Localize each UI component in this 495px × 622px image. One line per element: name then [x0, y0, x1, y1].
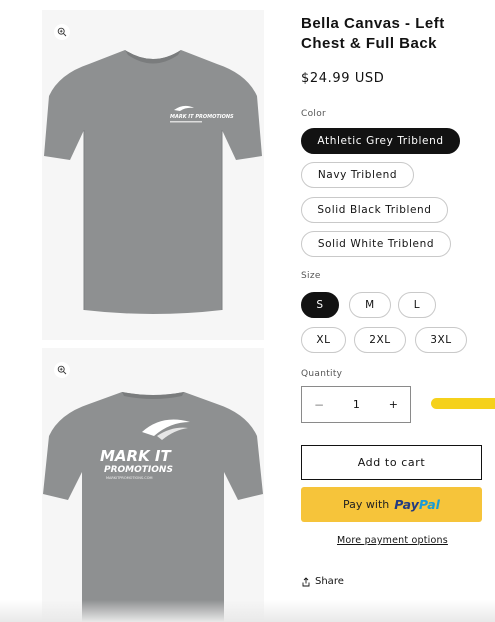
- product-title: Bella Canvas - Left Chest & Full Back: [301, 15, 445, 52]
- product-image-back[interactable]: MARK IT PROMOTIONS MARKITPROMOTIONS.COM: [42, 348, 264, 622]
- highlight-bar: [431, 398, 495, 409]
- back-logo-text-1: MARK IT: [100, 447, 173, 465]
- size-option-s[interactable]: S: [301, 292, 339, 318]
- quantity-stepper: − 1 +: [301, 386, 411, 423]
- tshirt-front-image: MARK IT PROMOTIONS: [44, 50, 262, 314]
- front-logo-text: MARK IT PROMOTIONS: [170, 114, 234, 120]
- more-payment-options-link[interactable]: More payment options: [337, 535, 448, 546]
- color-option-navy[interactable]: Navy Triblend: [301, 162, 414, 188]
- size-option-xl[interactable]: XL: [301, 327, 346, 353]
- size-option-l[interactable]: L: [398, 292, 436, 318]
- page-bottom-shadow: [0, 600, 495, 622]
- paypal-button[interactable]: Pay with PayPal: [301, 487, 482, 522]
- product-price: $24.99 USD: [301, 71, 385, 86]
- share-icon: [302, 576, 310, 586]
- size-label: Size: [301, 271, 321, 281]
- add-to-cart-button[interactable]: Add to cart: [301, 445, 482, 480]
- color-label: Color: [301, 109, 326, 119]
- share-label: Share: [315, 576, 344, 587]
- back-logo-text-2: PROMOTIONS: [104, 465, 173, 475]
- quantity-input[interactable]: 1: [353, 398, 360, 411]
- paypal-prefix: Pay with: [343, 498, 390, 511]
- color-option-solid-white[interactable]: Solid White Triblend: [301, 231, 451, 257]
- tshirt-back-image: MARK IT PROMOTIONS MARKITPROMOTIONS.COM: [43, 392, 263, 622]
- product-info: Bella Canvas - Left Chest & Full Back $2…: [301, 14, 495, 587]
- zoom-icon[interactable]: [54, 362, 70, 378]
- zoom-icon[interactable]: [54, 24, 70, 40]
- size-option-m[interactable]: M: [349, 292, 391, 318]
- product-gallery: MARK IT PROMOTIONS MARK IT PROMOTIONS MA…: [42, 10, 264, 622]
- share-button[interactable]: Share: [301, 576, 344, 587]
- quantity-increase-button[interactable]: +: [389, 398, 398, 411]
- quantity-decrease-button[interactable]: −: [314, 398, 324, 412]
- back-logo-url: MARKITPROMOTIONS.COM: [106, 476, 152, 480]
- color-option-solid-black[interactable]: Solid Black Triblend: [301, 197, 448, 223]
- product-image-front[interactable]: MARK IT PROMOTIONS: [42, 10, 264, 340]
- size-option-2xl[interactable]: 2XL: [354, 327, 406, 353]
- paypal-logo: PayPal: [394, 497, 440, 512]
- color-option-athletic-grey[interactable]: Athletic Grey Triblend: [301, 128, 460, 154]
- size-option-3xl[interactable]: 3XL: [415, 327, 467, 353]
- quantity-label: Quantity: [301, 369, 343, 379]
